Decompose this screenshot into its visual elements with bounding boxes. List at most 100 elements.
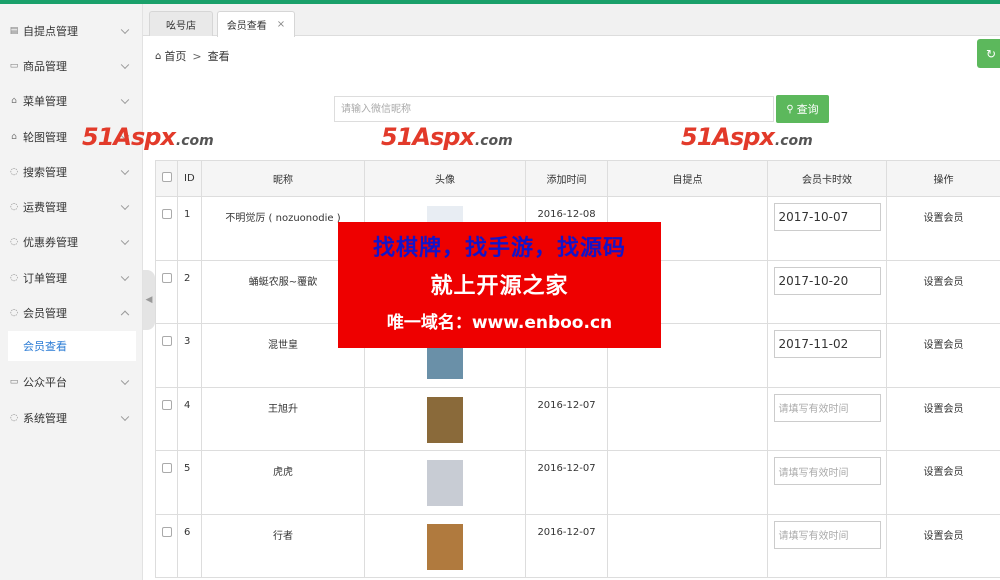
table-row: 4 王旭升 2016-12-07 请填写有效时间 设置会员 <box>155 386 1000 451</box>
row-checkbox[interactable] <box>161 272 172 283</box>
cell-pickup-point <box>607 513 768 578</box>
set-member-link[interactable]: 设置会员 <box>924 467 964 478</box>
chevron-icon <box>120 310 130 320</box>
sidebar-item-label: 菜单管理 <box>23 95 67 109</box>
search-button[interactable]: ⚲ 查询 <box>776 95 829 123</box>
chevron-icon <box>120 25 130 34</box>
tab-store[interactable]: 吆号店 <box>149 11 213 36</box>
chat-icon: ◌ <box>10 237 18 248</box>
cell-expiry: 请填写有效时间 <box>767 450 887 515</box>
sidebar-item[interactable]: ◌ 搜索管理 <box>0 154 142 189</box>
row-checkbox[interactable] <box>161 526 172 537</box>
cell-action: 设置会员 <box>886 196 1000 261</box>
sidebar-item-label: 商品管理 <box>23 59 67 73</box>
chevron-icon <box>120 201 130 211</box>
sidebar-item[interactable]: ▭ 商品管理 <box>0 48 142 83</box>
expiry-date-field[interactable]: 请填写有效时间 <box>773 457 881 485</box>
set-member-link[interactable]: 设置会员 <box>924 277 964 288</box>
watermark-logo: 51Aspx .com <box>681 123 813 151</box>
tab-member-view[interactable]: 会员查看 × <box>217 11 295 37</box>
chevron-icon <box>120 376 130 386</box>
refresh-icon: ↻ <box>986 46 997 61</box>
sidebar-item[interactable]: ◌ 优惠券管理 <box>0 225 142 260</box>
row-checkbox[interactable] <box>161 463 172 473</box>
set-member-link[interactable]: 设置会员 <box>924 531 964 542</box>
column-header: 操作 <box>886 160 1000 197</box>
tab-bar: 吆号店 会员查看 × <box>143 4 1000 37</box>
ad-line-2: 就上开源之家 <box>430 274 569 299</box>
sidebar-item-label: 轮图管理 <box>23 130 67 144</box>
cell-pickup-point <box>607 386 768 451</box>
sidebar-item[interactable]: ▤ 自提点管理 <box>0 13 142 48</box>
list-icon: ▤ <box>9 25 19 36</box>
search-icon: ⚲ <box>786 103 794 115</box>
chat-icon: ◌ <box>10 202 18 213</box>
cell-id: 5 <box>177 450 202 515</box>
cell-added-time: 2016-12-07 <box>525 386 608 451</box>
home-icon: ⌂ <box>155 50 162 62</box>
row-checkbox[interactable] <box>161 209 172 219</box>
expiry-date-field[interactable]: 2017-10-07 <box>773 203 881 231</box>
cell-id: 4 <box>177 386 202 451</box>
chat-icon: ◌ <box>10 412 18 423</box>
sidebar-collapse-handle[interactable]: ◀ <box>143 270 155 330</box>
chat-icon: ◌ <box>10 272 18 283</box>
sidebar-item[interactable]: ◌ 订单管理 <box>0 260 142 295</box>
sidebar-item[interactable]: ◌ 运费管理 <box>0 189 142 224</box>
chevron-icon <box>120 412 130 421</box>
table-header-row: ID 昵称 头像 添加时间 自提点 会员卡时效 操作 <box>155 160 1000 197</box>
breadcrumb: ⌂ 首页 > 查看 <box>155 48 230 64</box>
tab-label: 吆号店 <box>166 20 196 32</box>
row-checkbox[interactable] <box>161 336 172 346</box>
cell-added-time: 2016-12-07 <box>525 450 608 515</box>
column-header: 头像 <box>364 160 526 197</box>
row-checkbox[interactable] <box>161 399 172 410</box>
refresh-button[interactable]: ↻ <box>977 39 1000 68</box>
search-input[interactable] <box>334 96 774 122</box>
column-header: 添加时间 <box>525 160 608 197</box>
chat-icon: ◌ <box>10 166 18 177</box>
column-header: ID <box>177 160 202 197</box>
cell-id: 1 <box>177 196 202 261</box>
cell-action: 设置会员 <box>886 513 1000 578</box>
avatar <box>427 460 463 506</box>
chevron-icon <box>120 272 130 281</box>
search-button-label: 查询 <box>796 103 819 116</box>
sidebar-item[interactable]: ▭ 公众平台 <box>0 365 142 400</box>
chevron-icon <box>120 166 130 175</box>
chevron-icon <box>120 95 130 105</box>
sidebar-item[interactable]: ◌ 系统管理 <box>0 400 142 435</box>
expiry-date-field[interactable]: 请填写有效时间 <box>773 393 881 422</box>
expiry-date-field[interactable]: 请填写有效时间 <box>773 520 881 549</box>
cell-nickname: 王旭升 <box>201 386 365 451</box>
set-member-link[interactable]: 设置会员 <box>924 340 964 351</box>
sidebar-item-label: 公众平台 <box>23 376 67 390</box>
close-icon[interactable]: × <box>277 19 285 30</box>
cell-action: 设置会员 <box>886 450 1000 515</box>
cell-action: 设置会员 <box>886 386 1000 451</box>
sidebar-item-label: 搜索管理 <box>23 165 67 179</box>
sidebar-item-label: 自提点管理 <box>23 24 78 38</box>
breadcrumb-home[interactable]: 首页 <box>164 48 186 64</box>
column-header: 自提点 <box>607 160 768 197</box>
expiry-date-field[interactable]: 2017-10-20 <box>773 266 881 295</box>
sidebar-subitem-member-view[interactable]: 会员查看 <box>8 330 136 361</box>
cell-expiry: 2017-11-02 <box>767 323 887 388</box>
set-member-link[interactable]: 设置会员 <box>924 213 964 224</box>
select-all-checkbox[interactable] <box>161 172 172 182</box>
sidebar-item[interactable]: ◌ 会员管理 <box>0 295 142 330</box>
chevron-icon <box>120 236 130 246</box>
set-member-link[interactable]: 设置会员 <box>924 404 964 415</box>
table-row: 5 虎虎 2016-12-07 请填写有效时间 设置会员 <box>155 450 1000 515</box>
breadcrumb-current: 查看 <box>207 50 230 63</box>
cell-id: 6 <box>177 513 202 578</box>
avatar <box>427 523 463 570</box>
cell-avatar <box>364 386 526 451</box>
cell-id: 2 <box>177 259 202 324</box>
sidebar-item[interactable]: ⌂ 菜单管理 <box>0 84 142 119</box>
column-header: 昵称 <box>201 160 365 197</box>
image-icon: ▭ <box>9 60 19 71</box>
cell-expiry: 2017-10-20 <box>767 259 887 324</box>
sidebar: ▤ 自提点管理 ▭ 商品管理 ⌂ 菜单管理 ⌂ 轮图管理 ◌ 搜索管理 ◌ 运费管理 ◌ 优惠券管理 ◌ 订单… <box>0 4 143 580</box>
expiry-date-field[interactable]: 2017-11-02 <box>773 330 881 358</box>
